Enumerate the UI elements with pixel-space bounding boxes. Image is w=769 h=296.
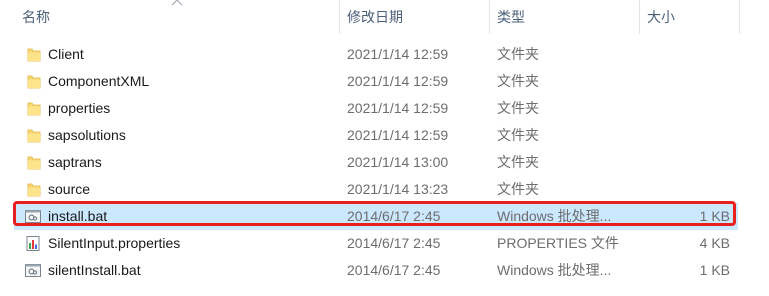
column-divider[interactable] [739,0,740,34]
file-explorer: 名称 修改日期 类型 大小 Client 2021/1/14 12:59 文件夹 Co… [0,0,769,296]
column-type-label: 类型 [497,9,525,25]
file-type: 文件夹 [497,73,539,89]
file-row[interactable]: install.bat 2014/6/17 2:45 Windows 批处理... 1… [14,203,738,230]
file-row[interactable]: SilentInput.properties 2014/6/17 2:45 PROP… [14,230,738,257]
file-name: silentInstall.bat [48,262,141,278]
folder-row[interactable]: sapsolutions 2021/1/14 12:59 文件夹 [14,122,738,149]
file-size [644,95,730,122]
folder-row[interactable]: ComponentXML 2021/1/14 12:59 文件夹 [14,68,738,95]
file-modified-date: 2014/6/17 2:45 [347,235,441,251]
file-size: 1 KB [699,262,730,278]
column-date-label: 修改日期 [347,9,403,25]
file-size [644,149,730,176]
folder-row[interactable]: saptrans 2021/1/14 13:00 文件夹 [14,149,738,176]
file-type: PROPERTIES 文件 [497,235,619,251]
file-size [644,41,730,68]
file-name: SilentInput.properties [48,235,181,251]
file-name: sapsolutions [48,127,126,143]
folder-row[interactable]: Client 2021/1/14 12:59 文件夹 [14,41,738,68]
file-modified-date: 2021/1/14 13:23 [347,181,449,197]
column-name-label: 名称 [22,9,50,25]
file-type: 文件夹 [497,127,539,143]
file-modified-date: 2014/6/17 2:45 [347,262,441,278]
folder-row[interactable]: source 2021/1/14 13:23 文件夹 [14,176,738,203]
file-type: 文件夹 [497,154,539,170]
file-size [644,122,730,149]
column-header-size[interactable]: 大小 [639,0,739,34]
column-header-name[interactable]: 名称 [14,0,339,34]
file-type: 文件夹 [497,100,539,116]
folder-icon [24,73,42,90]
file-size [644,176,730,203]
file-name: saptrans [48,154,102,170]
folder-icon [24,181,42,198]
file-size [644,68,730,95]
file-name: ComponentXML [48,73,150,89]
folder-icon [24,154,42,171]
file-type: Windows 批处理... [497,262,612,278]
file-type: 文件夹 [497,46,539,62]
file-name: install.bat [48,208,108,224]
folder-icon [24,46,42,63]
file-name: properties [48,100,111,116]
batch-file-icon [24,262,42,279]
file-modified-date: 2021/1/14 12:59 [347,73,449,89]
properties-file-icon [24,235,42,252]
file-row[interactable]: silentInstall.bat 2014/6/17 2:45 Windows 批… [14,257,738,284]
file-size: 4 KB [699,235,730,251]
file-modified-date: 2021/1/14 12:59 [347,46,449,62]
batch-file-icon [24,208,42,225]
folder-row[interactable]: properties 2021/1/14 12:59 文件夹 [14,95,738,122]
column-header-type[interactable]: 类型 [489,0,639,34]
file-type: Windows 批处理... [497,208,612,224]
file-name: Client [48,46,84,62]
column-header: 名称 修改日期 类型 大小 [0,0,769,34]
file-type: 文件夹 [497,181,539,197]
folder-icon [24,100,42,117]
column-header-date[interactable]: 修改日期 [339,0,489,34]
file-modified-date: 2021/1/14 12:59 [347,127,449,143]
file-modified-date: 2021/1/14 13:00 [347,154,449,170]
column-size-label: 大小 [647,9,675,25]
file-modified-date: 2021/1/14 12:59 [347,100,449,116]
file-modified-date: 2014/6/17 2:45 [347,208,441,224]
file-size: 1 KB [699,208,730,224]
folder-icon [24,127,42,144]
file-name: source [48,181,91,197]
